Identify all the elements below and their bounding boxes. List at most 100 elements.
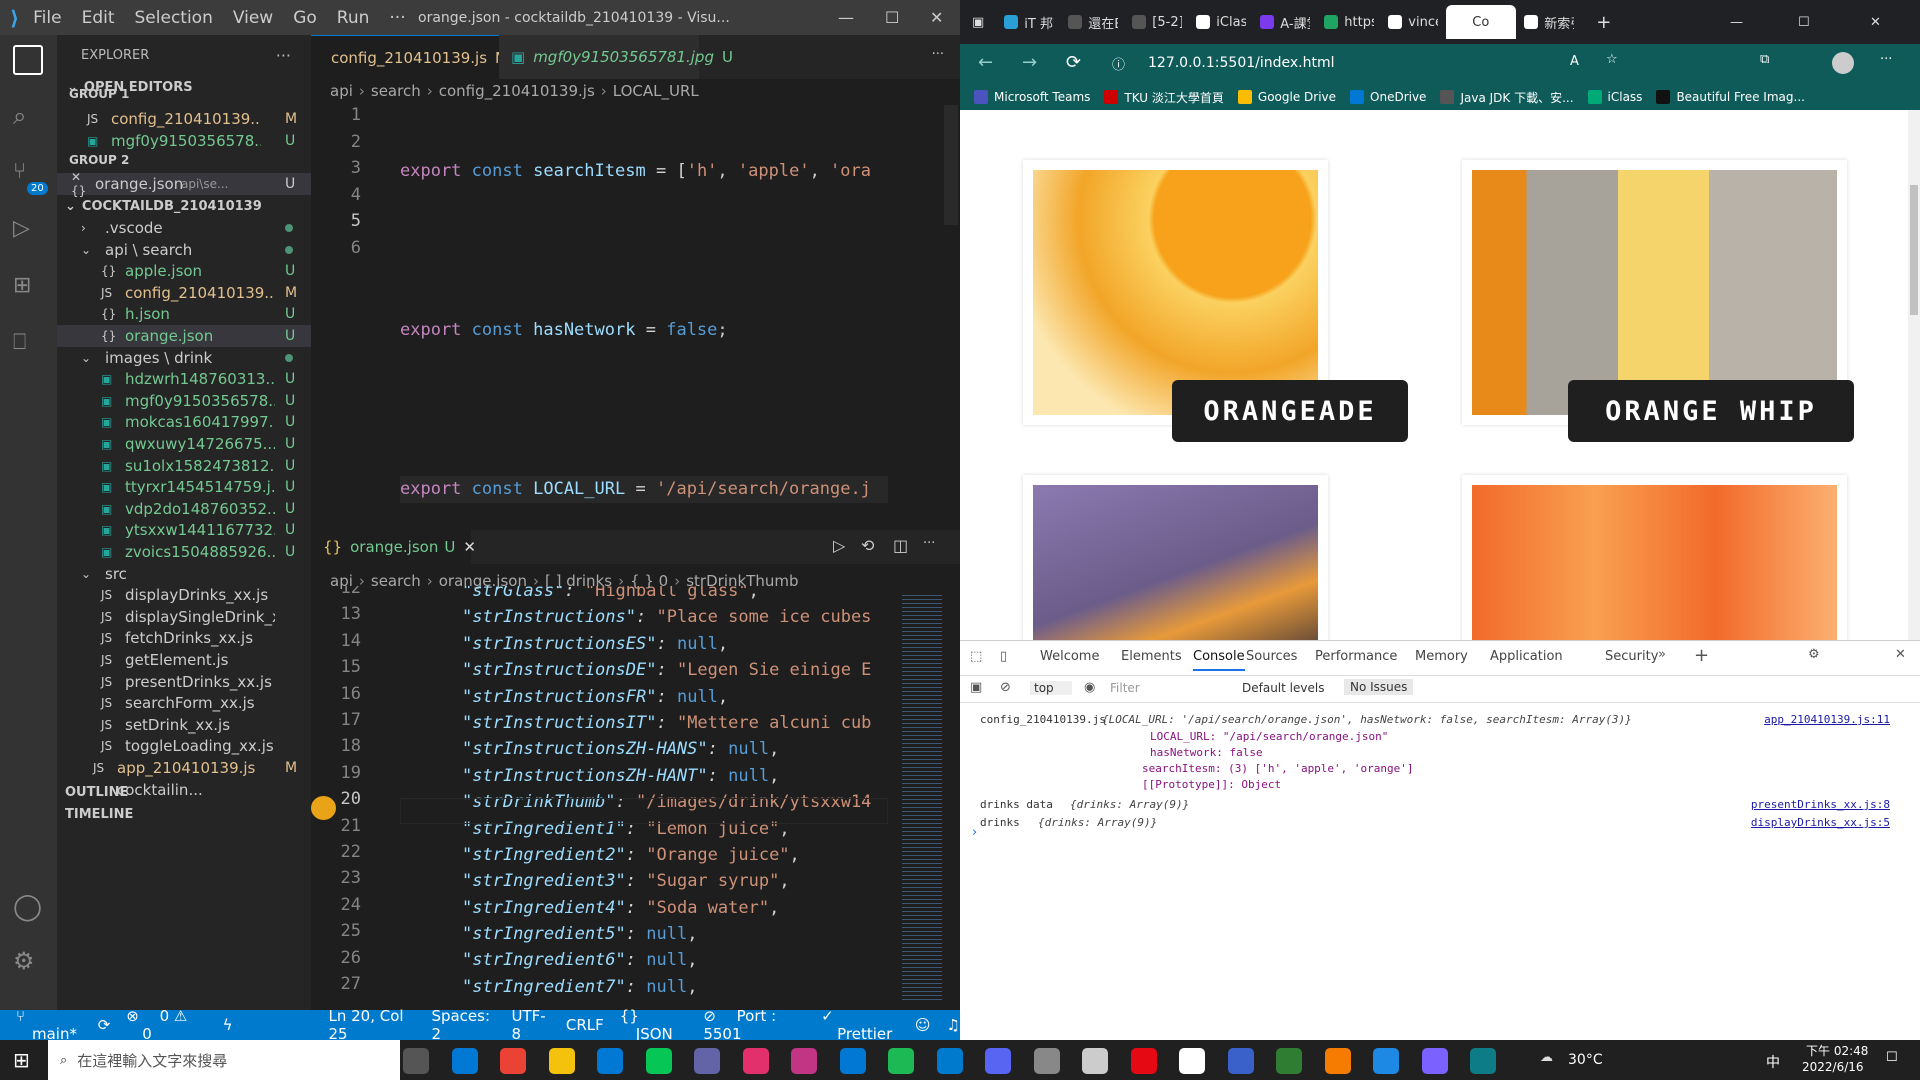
compare-icon[interactable]: ⟲: [861, 536, 874, 555]
taskbar-app-icon[interactable]: [936, 1048, 963, 1074]
device-icon[interactable]: ▯: [1000, 649, 1007, 664]
tree-item-14[interactable]: ▣ ytsxxw1441167732... U: [57, 519, 311, 541]
lightbulb-icon[interactable]: [311, 796, 336, 820]
explorer-icon[interactable]: [13, 45, 43, 75]
tab-config[interactable]: config_210410139.js M: [311, 35, 508, 79]
lightning-icon[interactable]: ϟ: [223, 1016, 233, 1034]
open-editor-image[interactable]: ▣ mgf0y9150356578... U: [57, 130, 311, 152]
editor-more-icon[interactable]: ···: [932, 47, 944, 62]
tree-item-21[interactable]: JS presentDrinks_xx.js: [57, 671, 311, 693]
split-editor-icon[interactable]: ◫: [893, 536, 908, 555]
inspect-icon[interactable]: ⬚: [970, 649, 982, 664]
taskbar-app-icon[interactable]: [1324, 1048, 1351, 1074]
browser-tab-6[interactable]: vincent: [1382, 5, 1444, 39]
drink-label-2[interactable]: ORANGE WHIP: [1568, 380, 1854, 442]
taskbar-app-icon[interactable]: [548, 1048, 575, 1074]
page-scrollbar[interactable]: [1908, 110, 1920, 640]
console-prompt-icon[interactable]: ›: [972, 825, 977, 840]
console-text[interactable]: {drinks: Array(9)}: [1038, 816, 1157, 829]
breadcrumb-item-1[interactable]: search: [371, 82, 421, 100]
console-text[interactable]: [[Prototype]]: Object: [1142, 778, 1281, 791]
favorite-icon[interactable]: ☆: [1606, 52, 1618, 67]
ime-indicator[interactable]: 中: [1766, 1052, 1780, 1072]
browser-maximize-button[interactable]: ☐: [1798, 15, 1810, 30]
taskbar-app-icon[interactable]: [1421, 1048, 1448, 1074]
gear-icon[interactable]: ⚙: [13, 947, 43, 977]
taskbar-app-icon[interactable]: [985, 1048, 1011, 1074]
code-bottom[interactable]: "strGlass": "Highball glass", "strInstruc…: [462, 586, 887, 1006]
eye-icon[interactable]: ◉: [1084, 680, 1095, 695]
tab-orange-json[interactable]: {} orange.json U ✕: [311, 530, 476, 564]
devtools-tab-6[interactable]: Application: [1490, 649, 1563, 664]
browser-minimize-button[interactable]: —: [1730, 15, 1743, 30]
refresh-icon[interactable]: ⟳: [1066, 52, 1081, 73]
problems-item[interactable]: ⊗ 0 ⚠ 0: [126, 1007, 206, 1043]
tree-item-1[interactable]: ⌄ api \ search: [57, 239, 311, 261]
tree-item-6[interactable]: ⌄ images \ drink: [57, 347, 311, 369]
clock-time[interactable]: 下午 02:48: [1806, 1042, 1868, 1059]
tree-item-16[interactable]: ⌄ src: [57, 563, 311, 585]
tree-item-10[interactable]: ▣ qwxuwy14726675... U: [57, 433, 311, 455]
browser-tab-5[interactable]: https://: [1318, 5, 1380, 39]
tree-item-23[interactable]: JS setDrink_xx.js: [57, 714, 311, 736]
open-editor-orange[interactable]: ✕ {} orange.json Uapi\se...: [57, 170, 311, 198]
menu-item-1[interactable]: Edit: [82, 8, 115, 28]
tree-item-11[interactable]: ▣ su1olx1582473812... U: [57, 455, 311, 477]
info-icon[interactable]: ⓘ: [1112, 54, 1125, 73]
drink-label-1[interactable]: ORANGEADE: [1172, 380, 1408, 442]
bookmark-icon[interactable]: ⎕: [13, 330, 43, 360]
extensions-icon[interactable]: ⊞: [13, 273, 43, 303]
taskbar-app-icon[interactable]: [888, 1048, 914, 1074]
language-mode[interactable]: {} JSON: [620, 1007, 688, 1043]
more-tabs-icon[interactable]: »: [1658, 647, 1666, 662]
minimize-button[interactable]: —: [838, 8, 854, 27]
close-tab-icon[interactable]: ✕: [463, 538, 476, 556]
timeline-section[interactable]: TIMELINE: [65, 807, 133, 822]
browser-close-button[interactable]: ✕: [1870, 15, 1881, 30]
prettier-item[interactable]: ✓ Prettier: [821, 1007, 899, 1043]
taskbar-search[interactable]: ⌕ 在這裡輸入文字來搜尋: [48, 1040, 400, 1080]
log-levels-select[interactable]: Default levels: [1242, 681, 1324, 695]
branch-item[interactable]: ⑂ main*: [16, 1007, 82, 1043]
taskbar-app-icon[interactable]: [839, 1048, 866, 1074]
bookmark-4[interactable]: Java JDK 下載、安...: [1440, 89, 1574, 106]
tree-item-5[interactable]: {} orange.json U: [57, 325, 311, 347]
taskbar-app-icon[interactable]: [1033, 1048, 1060, 1074]
taskbar-app-icon[interactable]: [645, 1048, 672, 1074]
sidebar-toggle-icon[interactable]: ▣: [970, 680, 982, 695]
tab-actions-icon[interactable]: ▣: [972, 15, 984, 30]
browser-tab-7[interactable]: Co: [1446, 5, 1517, 39]
add-tab-icon[interactable]: +: [1694, 645, 1709, 666]
open-editor-config[interactable]: JS config_210410139... M: [57, 108, 311, 130]
bookmark-1[interactable]: TKU 淡江大學首頁: [1104, 89, 1224, 106]
taskbar-app-icon[interactable]: [1179, 1048, 1205, 1074]
devtools-close-icon[interactable]: ✕: [1895, 647, 1906, 662]
outline-section[interactable]: OUTLINE: [65, 785, 128, 800]
devtools-tab-4[interactable]: Performance: [1315, 649, 1397, 664]
devtools-tab-5[interactable]: Memory: [1415, 649, 1468, 664]
tree-item-25[interactable]: JS app_210410139.js M: [57, 757, 311, 779]
breadcrumb-item-0[interactable]: api: [330, 82, 353, 100]
maximize-button[interactable]: ☐: [885, 8, 899, 27]
taskbar-app-icon[interactable]: [451, 1048, 478, 1074]
issues-button[interactable]: No Issues: [1344, 679, 1414, 695]
tree-item-24[interactable]: JS toggleLoading_xx.js: [57, 735, 311, 757]
bookmark-2[interactable]: Google Drive: [1237, 90, 1336, 104]
taskbar-app-icon[interactable]: [1470, 1048, 1496, 1074]
bookmark-5[interactable]: iClass: [1587, 90, 1642, 104]
console-text[interactable]: hasNetwork: false: [1150, 746, 1263, 759]
clock-date[interactable]: 2022/6/16: [1802, 1060, 1864, 1074]
tree-item-12[interactable]: ▣ ttyrxr1454514759.j... U: [57, 476, 311, 498]
drink-card-4[interactable]: [1462, 475, 1847, 640]
weather-icon[interactable]: ☁: [1540, 1050, 1553, 1065]
console-link[interactable]: presentDrinks_xx.js:8: [1751, 798, 1890, 811]
breadcrumb-item-1[interactable]: search: [371, 572, 421, 590]
console-text[interactable]: {drinks: Array(9)}: [1070, 798, 1189, 811]
feedback-icon[interactable]: ☺: [915, 1016, 931, 1034]
tree-item-9[interactable]: ▣ mokcas160417997... U: [57, 411, 311, 433]
menu-item-6[interactable]: ···: [389, 8, 405, 28]
live-server-item[interactable]: ⊘ Port : 5501: [703, 1007, 805, 1043]
indentation[interactable]: Spaces: 2: [431, 1007, 495, 1043]
tree-item-8[interactable]: ▣ mgf0y9150356578... U: [57, 390, 311, 412]
start-icon[interactable]: ⊞: [13, 1048, 30, 1072]
